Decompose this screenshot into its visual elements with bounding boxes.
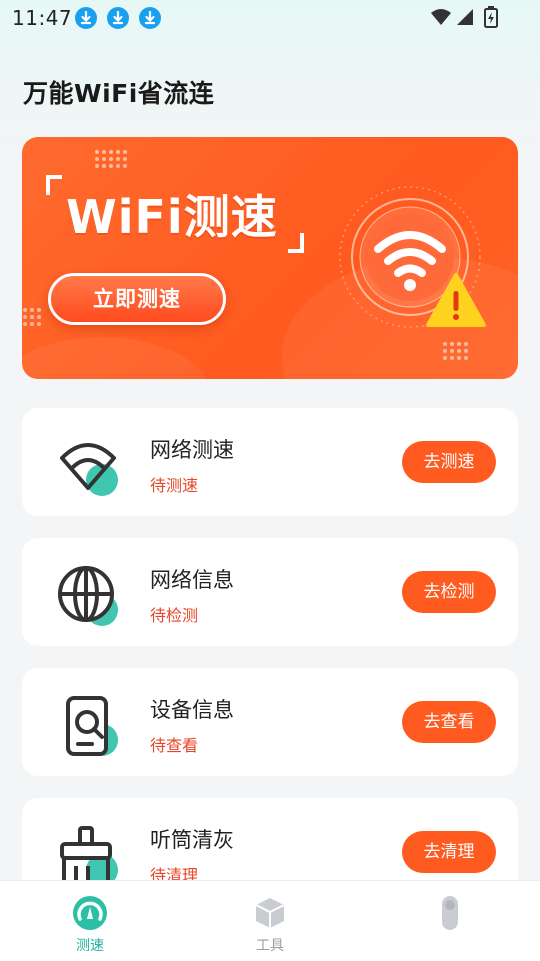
go-check-button[interactable]: 去检测 — [402, 571, 496, 613]
brush-icon — [60, 826, 118, 886]
card-title: 网络信息 — [150, 568, 234, 592]
page-title: 万能WiFi省流连 — [23, 79, 215, 108]
wifi-speedtest-banner[interactable]: WiFi测速 立即测速 — [22, 137, 518, 379]
status-time: 11:47 — [12, 6, 73, 30]
wifi-signal-icon — [431, 9, 451, 25]
card-status: 待测速 — [150, 476, 199, 495]
battery-charging-icon — [484, 6, 498, 28]
nav-tab-speedtest[interactable]: 测速 — [30, 881, 150, 961]
box-icon — [255, 898, 285, 928]
nav-tab-tools[interactable]: 工具 — [210, 881, 330, 961]
device-info-card[interactable]: 设备信息 待查看 去查看 — [22, 668, 518, 776]
dots-decor — [95, 150, 127, 168]
dots-decor — [23, 308, 41, 326]
download-notification-icon — [139, 7, 161, 29]
dots-decor — [443, 342, 468, 360]
phone-search-icon — [66, 696, 118, 756]
globe-icon — [58, 566, 118, 626]
nav-label: 测速 — [76, 938, 104, 954]
card-title: 设备信息 — [150, 698, 234, 722]
network-info-card[interactable]: 网络信息 待检测 去检测 — [22, 538, 518, 646]
network-speedtest-card[interactable]: 网络测速 待测速 去测速 — [22, 408, 518, 516]
banner-decor — [22, 337, 212, 379]
status-bar: 11:47 — [0, 0, 540, 36]
banner-title: WiFi测速 — [66, 190, 278, 244]
nav-tab-profile[interactable] — [390, 881, 510, 961]
card-status: 待查看 — [150, 736, 199, 755]
cellular-signal-icon — [457, 9, 473, 25]
card-title: 听筒清灰 — [150, 828, 234, 852]
wifi-icon — [60, 443, 118, 496]
profile-icon — [442, 896, 458, 930]
go-view-button[interactable]: 去查看 — [402, 701, 496, 743]
wifi-warning-illustration — [339, 186, 486, 328]
card-title: 网络测速 — [150, 438, 234, 462]
download-notification-icon — [75, 7, 97, 29]
go-clean-button[interactable]: 去清理 — [402, 831, 496, 873]
bracket-decor — [288, 233, 304, 253]
speed-gauge-icon — [73, 896, 107, 930]
nav-label: 工具 — [256, 938, 284, 954]
bracket-decor — [46, 175, 62, 195]
card-status: 待检测 — [150, 606, 199, 625]
bottom-nav: 测速 工具 — [0, 880, 540, 961]
download-notification-icon — [107, 7, 129, 29]
start-speedtest-button[interactable]: 立即测速 — [48, 273, 226, 325]
go-speedtest-button[interactable]: 去测速 — [402, 441, 496, 483]
